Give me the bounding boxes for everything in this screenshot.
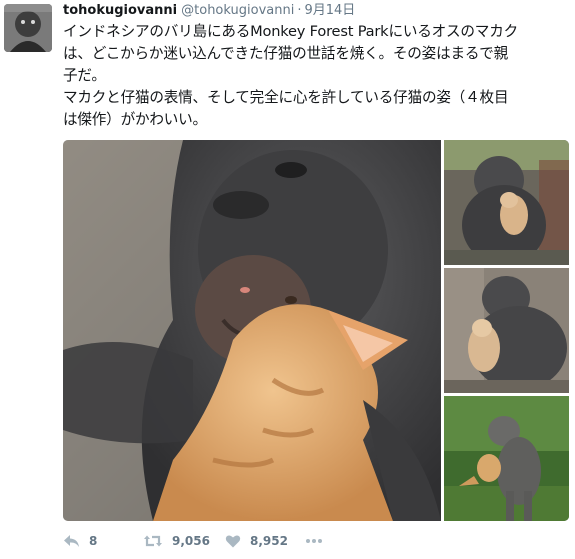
retweet-count: 9,056 xyxy=(172,534,210,548)
macaque-kitten-photo xyxy=(444,396,569,521)
tweet-actions: 8 9,056 8,952 xyxy=(63,530,325,552)
photo-thumbnail-3[interactable] xyxy=(444,268,569,393)
avatar-image xyxy=(4,4,52,52)
reply-button[interactable]: 8 xyxy=(63,534,143,548)
display-name[interactable]: tohokugiovanni xyxy=(63,3,177,18)
tweet-text-line: は、どこからか迷い込んできた仔猫の世話を焼く。その姿はまるで親 xyxy=(63,45,509,62)
reply-icon xyxy=(63,534,80,548)
retweet-icon xyxy=(143,534,163,548)
like-count: 8,952 xyxy=(250,534,288,548)
tweet-text-line: 子だ。 xyxy=(63,67,106,84)
tweet-text: インドネシアのバリ島にあるMonkey Forest Parkにいるオスのマカク… xyxy=(63,21,569,131)
media-grid xyxy=(63,140,569,521)
avatar[interactable] xyxy=(4,4,52,52)
photo-main[interactable] xyxy=(63,140,441,521)
reply-count: 8 xyxy=(89,534,98,548)
tweet-text-line: インドネシアのバリ島にあるMonkey Forest Parkにいるオスのマカク xyxy=(63,23,518,40)
tweet-header: tohokugiovanni @tohokugiovanni · 9月14日 xyxy=(63,2,575,20)
like-button[interactable]: 8,952 xyxy=(225,534,305,548)
user-handle[interactable]: @tohokugiovanni xyxy=(181,3,294,18)
tweet-text-line: マカクと仔猫の表情、そして完全に心を許している仔猫の姿（４枚目 xyxy=(63,89,509,106)
tweet-timestamp[interactable]: 9月14日 xyxy=(304,3,355,18)
more-dots-icon xyxy=(305,538,323,544)
macaque-kitten-photo xyxy=(444,140,569,265)
macaque-kitten-photo xyxy=(63,140,441,521)
heart-icon xyxy=(225,534,241,548)
photo-thumbnail-4[interactable] xyxy=(444,396,569,521)
more-button[interactable] xyxy=(305,538,325,544)
photo-thumbnail-2[interactable] xyxy=(444,140,569,265)
macaque-kitten-photo xyxy=(444,268,569,393)
separator-dot: · xyxy=(297,3,302,18)
tweet-text-line: は傑作）がかわいい。 xyxy=(63,111,207,128)
retweet-button[interactable]: 9,056 xyxy=(143,534,225,548)
